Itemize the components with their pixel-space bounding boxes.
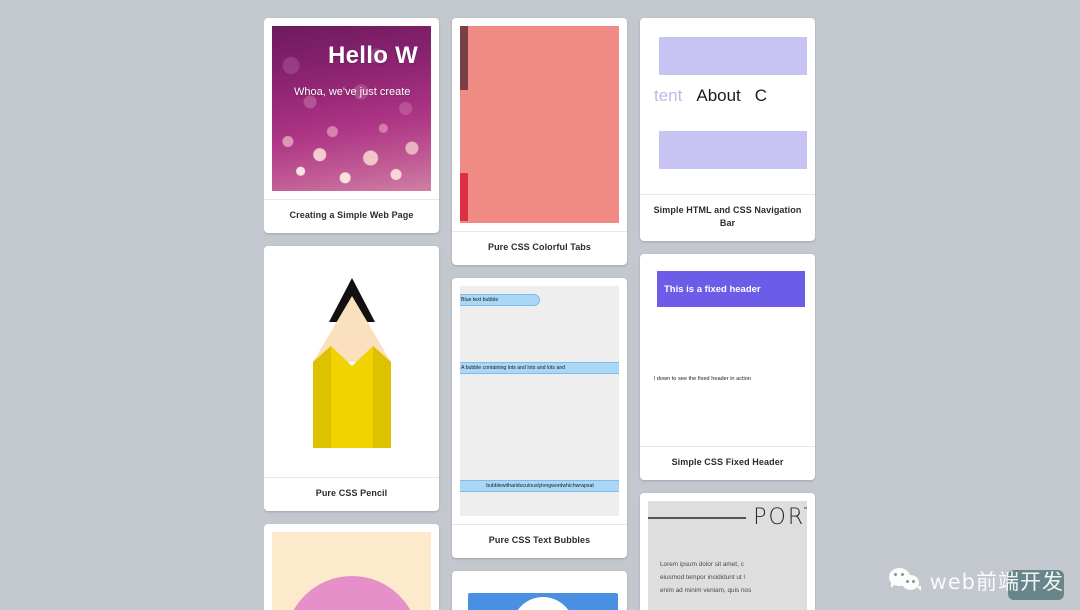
navbar-links: tent About C — [648, 86, 807, 106]
card-fixed-header[interactable]: This is a fixed header l down to see the… — [640, 254, 815, 481]
watermark-pill — [1008, 570, 1064, 600]
pencil-icon — [312, 278, 391, 449]
column-middle: Pure CSS Colorful Tabs Blue text bubble … — [452, 0, 627, 610]
card-pure-css-pencil[interactable]: Pure CSS Pencil — [264, 246, 439, 512]
preview-text-bubbles: Blue text bubble A bubble containing lot… — [460, 286, 619, 517]
card-blue-cloud[interactable] — [452, 571, 627, 610]
chat-bubble: bubblewithariduculouslylongwordwhichwrap… — [460, 480, 619, 493]
portfolio-body: Lorem ipsum dolor sit amet, c eiusmod te… — [660, 559, 807, 597]
fixed-header-body: l down to see the fixed header in action — [654, 376, 752, 383]
navbar-block-top — [659, 37, 807, 75]
column-right: tent About C Simple HTML and CSS Navigat… — [640, 0, 815, 610]
card-caption: Pure CSS Pencil — [264, 477, 439, 511]
card-text-bubbles[interactable]: Blue text bubble A bubble containing lot… — [452, 278, 627, 559]
preview-portfolio: PORT Lorem ipsum dolor sit amet, c eiusm… — [648, 501, 807, 610]
column-left: Hello W Whoa, we've just create Creating… — [264, 0, 439, 610]
nav-link-content[interactable]: tent — [654, 86, 682, 106]
card-navigation-bar[interactable]: tent About C Simple HTML and CSS Navigat… — [640, 18, 815, 242]
portfolio-line: eiusmod tempor incididunt ut l — [660, 573, 745, 581]
wechat-logo-icon — [888, 567, 923, 595]
nav-link-about[interactable]: About — [696, 86, 740, 106]
preview-colorful-tabs — [460, 26, 619, 223]
tab-stripe-top — [460, 26, 468, 90]
card-colorful-tabs[interactable]: Pure CSS Colorful Tabs — [452, 18, 627, 266]
hero-title: Hello W — [328, 42, 419, 69]
preview-hello-world: Hello W Whoa, we've just create — [272, 26, 431, 191]
white-circle-shape — [512, 597, 574, 610]
portfolio-line: Lorem ipsum dolor sit amet, c — [660, 561, 744, 569]
preview-fixed-header: This is a fixed header l down to see the… — [648, 262, 807, 439]
navbar-block-bottom — [659, 131, 807, 169]
card-hello-world[interactable]: Hello W Whoa, we've just create Creating… — [264, 18, 439, 234]
card-caption: Simple HTML and CSS Navigation Bar — [640, 194, 815, 241]
card-caption: Simple CSS Fixed Header — [640, 446, 815, 480]
portfolio-line: enim ad minim veniam, quis nos — [660, 586, 752, 594]
preview-pink-circle — [272, 532, 431, 610]
blue-band — [468, 593, 618, 610]
card-caption: Pure CSS Colorful Tabs — [452, 231, 627, 265]
pink-circle-shape — [284, 576, 419, 610]
card-portfolio[interactable]: PORT Lorem ipsum dolor sit amet, c eiusm… — [640, 493, 815, 610]
preview-blue-cloud — [460, 579, 619, 610]
preview-pencil — [272, 254, 431, 470]
chat-bubble: A bubble containing lots and lots and lo… — [460, 362, 619, 375]
preview-navbar: tent About C — [648, 26, 807, 186]
card-caption: Creating a Simple Web Page — [264, 199, 439, 233]
fixed-header-band: This is a fixed header — [657, 271, 805, 308]
portfolio-rule — [648, 517, 746, 520]
nav-link-contact[interactable]: C — [755, 86, 767, 106]
card-pink-circle[interactable] — [264, 524, 439, 610]
hero-subtitle: Whoa, we've just create — [294, 86, 411, 98]
tab-stripe-low — [460, 173, 468, 221]
portfolio-title: PORT — [753, 505, 807, 531]
card-caption: Pure CSS Text Bubbles — [452, 524, 627, 558]
chat-bubble: Blue text bubble — [460, 294, 540, 307]
card-board: Hello W Whoa, we've just create Creating… — [264, 0, 816, 610]
